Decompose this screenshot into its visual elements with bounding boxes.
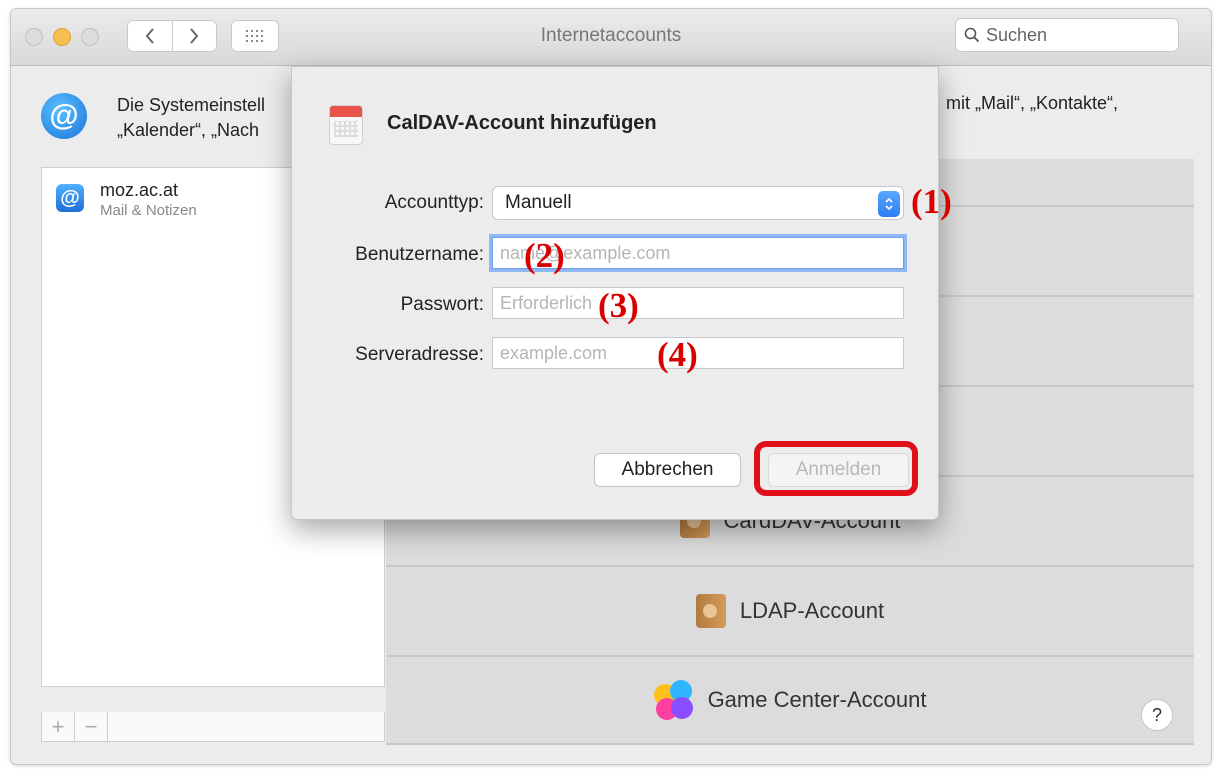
ldap-label: LDAP-Account	[739, 598, 885, 623]
dialog-title: CalDAV-Account hinzufügen	[387, 112, 657, 134]
titlebar: Internetaccounts Suchen	[11, 9, 1211, 66]
select-stepper-icon	[878, 191, 900, 217]
annotation-2: (2)	[524, 236, 565, 275]
add-account-button[interactable]: +	[42, 712, 75, 741]
account-type-label: Accounttyp:	[384, 192, 484, 213]
calendar-icon	[329, 105, 363, 145]
contacts-icon	[695, 594, 726, 628]
at-sign-icon: @	[56, 184, 84, 212]
ldap-account-row[interactable]: LDAP-Account	[386, 567, 1194, 657]
help-button[interactable]: ?	[1141, 699, 1173, 731]
account-type-value: Manuell	[505, 192, 572, 213]
search-icon	[964, 27, 980, 43]
header-line-1: Die Systemeinstell	[117, 95, 266, 115]
server-address-label: Serveradresse:	[355, 344, 484, 365]
game-center-label: Game Center-Account	[707, 687, 927, 712]
login-button-highlight	[754, 441, 918, 496]
cancel-button[interactable]: Abbrechen	[594, 453, 741, 487]
annotation-3: (3)	[598, 286, 639, 325]
password-field[interactable]	[492, 287, 904, 319]
password-label: Passwort:	[400, 294, 484, 315]
sidebar-toolbar: + −	[41, 712, 385, 742]
header-description: Die Systemeinstell „Kalender“, „Nach	[117, 93, 297, 143]
header-line-2: „Kalender“, „Nach	[117, 120, 260, 140]
game-center-account-row[interactable]: Game Center-Account	[386, 657, 1194, 745]
account-type-select[interactable]: Manuell	[492, 186, 904, 220]
search-field[interactable]: Suchen	[955, 18, 1179, 52]
account-name: moz.ac.at	[100, 180, 179, 200]
account-services: Mail & Notizen	[100, 202, 197, 219]
annotation-1: (1)	[911, 182, 952, 221]
server-address-field[interactable]	[492, 337, 904, 369]
header-description-right: mit „Mail“, „Kontakte“,	[946, 93, 1119, 113]
annotation-4: (4)	[657, 335, 698, 374]
remove-account-button[interactable]: −	[75, 712, 108, 741]
game-center-icon	[653, 680, 694, 720]
internet-accounts-icon: @	[41, 93, 87, 139]
username-label: Benutzername:	[355, 244, 484, 265]
search-placeholder: Suchen	[986, 24, 1048, 45]
